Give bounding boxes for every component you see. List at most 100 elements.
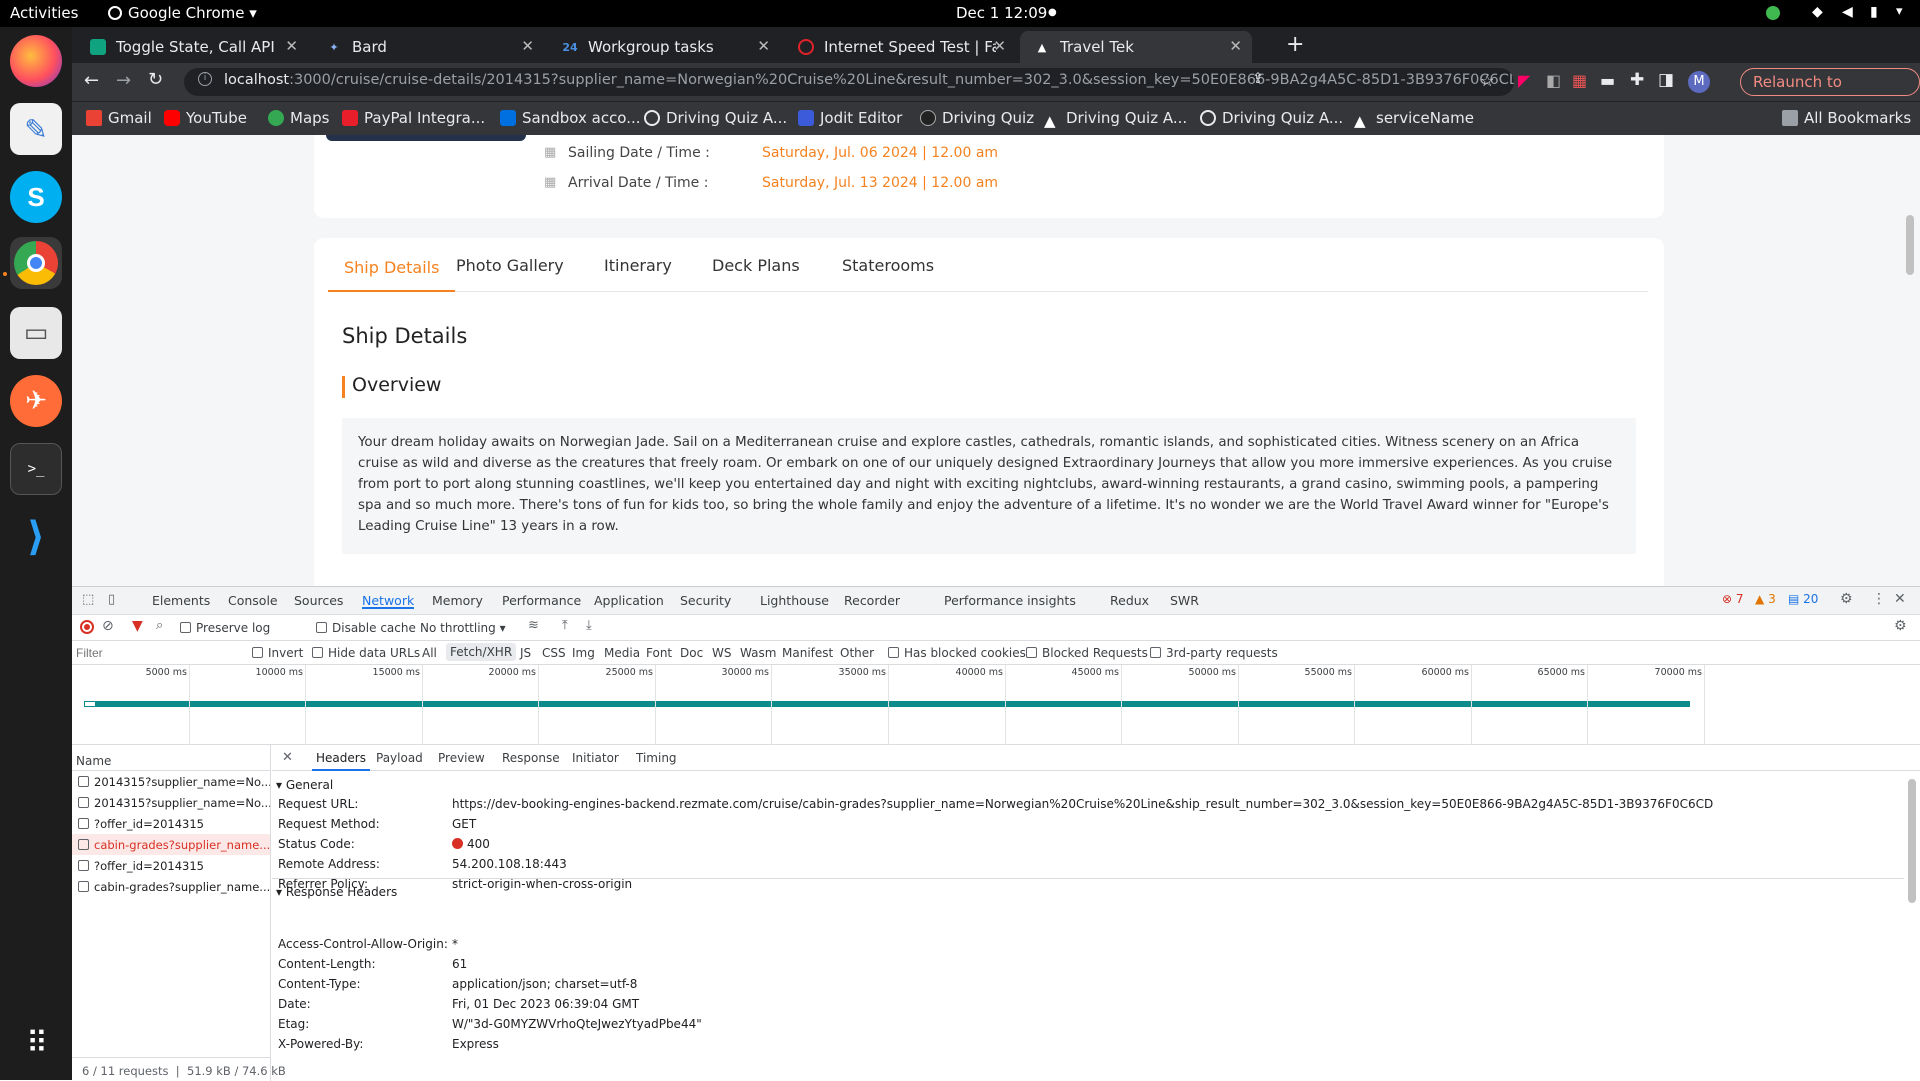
tab-speed-test[interactable]: Internet Speed Test | Fast.✕ <box>784 31 1016 63</box>
profile-avatar[interactable]: M <box>1688 71 1710 93</box>
filter-icon[interactable]: ▼ <box>132 618 143 634</box>
postman-icon[interactable]: ✈ <box>10 375 62 427</box>
export-har-icon[interactable]: ⤓ <box>586 618 592 633</box>
request-row[interactable]: cabin-grades?supplier_name... <box>72 834 270 855</box>
detail-tab-response[interactable]: Response <box>502 751 560 765</box>
request-row[interactable]: cabin-grades?supplier_name... <box>72 876 270 897</box>
bookmark-driving-quiz[interactable]: Driving Quiz <box>920 109 1034 127</box>
side-panel-icon[interactable]: ◨ <box>1658 70 1674 90</box>
row-checkbox[interactable] <box>78 839 89 850</box>
devtools-tab-memory[interactable]: Memory <box>432 593 483 608</box>
message-count[interactable]: ▤ 20 <box>1788 592 1818 606</box>
hide-data-urls-checkbox[interactable]: Hide data URLs <box>312 646 420 660</box>
relaunch-button[interactable]: Relaunch to update⋮ <box>1740 68 1920 117</box>
app-menu[interactable]: Google Chrome ▾ <box>108 4 257 22</box>
devtools-tab-performance-insights[interactable]: Performance insights <box>944 593 1076 608</box>
detail-tab-payload[interactable]: Payload <box>376 751 423 765</box>
row-checkbox[interactable] <box>78 860 89 871</box>
bookmark-youtube[interactable]: YouTube <box>164 109 247 127</box>
request-row[interactable]: ?offer_id=2014315 <box>72 855 270 876</box>
extension-4-icon[interactable]: ▬ <box>1600 71 1615 90</box>
response-headers-toggle[interactable]: ▾ Response Headers <box>276 885 397 899</box>
bookmark-paypal[interactable]: PayPal Integra... <box>342 109 485 127</box>
chrome-dock-icon[interactable] <box>10 237 62 289</box>
device-toolbar-icon[interactable]: ▯ <box>108 592 115 607</box>
wifi-icon[interactable]: ◆ <box>1812 4 1823 20</box>
devtools-tab-console[interactable]: Console <box>228 593 278 608</box>
bookmark-jodit[interactable]: Jodit Editor <box>798 109 902 127</box>
type-manifest[interactable]: Manifest <box>782 646 833 660</box>
type-css[interactable]: CSS <box>542 646 566 660</box>
more-options-icon[interactable]: ⋮ <box>1872 591 1886 607</box>
bookmark-driving-quiz-a-3[interactable]: Driving Quiz A... <box>1200 109 1343 127</box>
type-other[interactable]: Other <box>840 646 874 660</box>
preserve-log-checkbox[interactable]: Preserve log <box>180 621 270 635</box>
tab-staterooms[interactable]: Staterooms <box>842 256 934 275</box>
network-conditions-icon[interactable]: ≋ <box>528 618 539 633</box>
bookmark-driving-quiz-a-2[interactable]: ▲ Driving Quiz A... <box>1044 109 1187 130</box>
search-icon[interactable]: ⌕ <box>156 618 163 633</box>
terminal-icon[interactable]: >_ <box>10 443 62 495</box>
extensions-puzzle-icon[interactable]: ✚ <box>1630 70 1644 90</box>
type-img[interactable]: Img <box>572 646 595 660</box>
error-count[interactable]: ⊗ 7 <box>1722 592 1744 606</box>
type-font[interactable]: Font <box>646 646 672 660</box>
detail-tab-preview[interactable]: Preview <box>438 751 485 765</box>
system-menu-icon[interactable]: ▾ <box>1896 4 1903 19</box>
bookmark-service-name[interactable]: ▲ serviceName <box>1354 109 1474 130</box>
tab-photo-gallery[interactable]: Photo Gallery <box>456 256 564 275</box>
tab-deck-plans[interactable]: Deck Plans <box>712 256 800 275</box>
devtools-tab-recorder[interactable]: Recorder <box>844 593 900 608</box>
extension-1-icon[interactable]: ◤ <box>1518 71 1530 90</box>
network-timeline[interactable]: 5000 ms 10000 ms 15000 ms 20000 ms 25000 ms 3… <box>72 665 1920 745</box>
skype-icon[interactable]: S <box>10 171 62 223</box>
devtools-tab-application[interactable]: Application <box>594 593 664 608</box>
extension-2-icon[interactable]: ◧ <box>1546 71 1561 90</box>
close-icon[interactable]: ✕ <box>285 37 298 55</box>
volume-icon[interactable]: ◀ <box>1842 4 1853 20</box>
back-icon[interactable]: ← <box>84 70 99 91</box>
disable-cache-checkbox[interactable]: Disable cache <box>316 621 416 635</box>
third-party-checkbox[interactable]: 3rd-party requests <box>1150 646 1278 660</box>
row-checkbox[interactable] <box>78 776 89 787</box>
firefox-icon[interactable] <box>10 35 62 87</box>
forward-icon[interactable]: → <box>116 70 131 91</box>
row-checkbox[interactable] <box>78 881 89 892</box>
files-icon[interactable]: ▭ <box>10 307 62 359</box>
battery-icon[interactable]: ▮ <box>1870 4 1878 20</box>
activities-button[interactable]: Activities <box>10 4 78 22</box>
type-fetch-xhr[interactable]: Fetch/XHR <box>446 643 517 661</box>
close-icon[interactable]: ✕ <box>521 37 534 55</box>
close-icon[interactable]: ✕ <box>757 37 770 55</box>
type-js[interactable]: JS <box>520 646 531 660</box>
general-section-toggle[interactable]: ▾ General <box>276 778 333 792</box>
network-settings-icon[interactable]: ⚙ <box>1894 618 1907 634</box>
tab-workgroup-tasks[interactable]: 24 Workgroup tasks ✕ <box>548 31 780 63</box>
devtools-tab-swr[interactable]: SWR <box>1170 593 1199 608</box>
vscode-icon[interactable]: ⟩ <box>10 511 62 563</box>
devtools-tab-sources[interactable]: Sources <box>294 593 343 608</box>
detail-tab-headers[interactable]: Headers <box>312 745 370 771</box>
show-apps-icon[interactable]: ⠿ <box>10 1017 62 1069</box>
text-editor-icon[interactable]: ✎ <box>10 103 62 155</box>
bookmark-maps[interactable]: Maps <box>268 109 329 127</box>
share-icon[interactable]: ⇪ <box>1252 71 1264 87</box>
has-blocked-cookies-checkbox[interactable]: Has blocked cookies <box>888 646 1026 660</box>
page-scrollbar[interactable] <box>1906 215 1914 275</box>
filter-input[interactable] <box>76 644 242 662</box>
close-icon[interactable]: ✕ <box>1229 37 1242 55</box>
devtools-tab-performance[interactable]: Performance <box>502 593 581 608</box>
address-bar[interactable]: i localhost:3000/cruise/cruise-details/2… <box>184 68 1514 96</box>
devtools-tab-elements[interactable]: Elements <box>152 593 210 608</box>
row-checkbox[interactable] <box>78 818 89 829</box>
devtools-tab-security[interactable]: Security <box>680 593 731 608</box>
row-checkbox[interactable] <box>78 797 89 808</box>
reload-icon[interactable]: ↻ <box>148 69 163 90</box>
tab-travel-tek[interactable]: ▲ Travel Tek ✕ <box>1020 31 1252 63</box>
bookmark-star-icon[interactable]: ☆ <box>1480 71 1494 90</box>
record-icon[interactable] <box>80 620 94 634</box>
request-row[interactable]: 2014315?supplier_name=No... <box>72 771 270 792</box>
clear-icon[interactable]: ⊘ <box>102 618 114 634</box>
new-tab-button[interactable]: + <box>1286 32 1304 57</box>
site-info-icon[interactable]: i <box>198 72 212 86</box>
